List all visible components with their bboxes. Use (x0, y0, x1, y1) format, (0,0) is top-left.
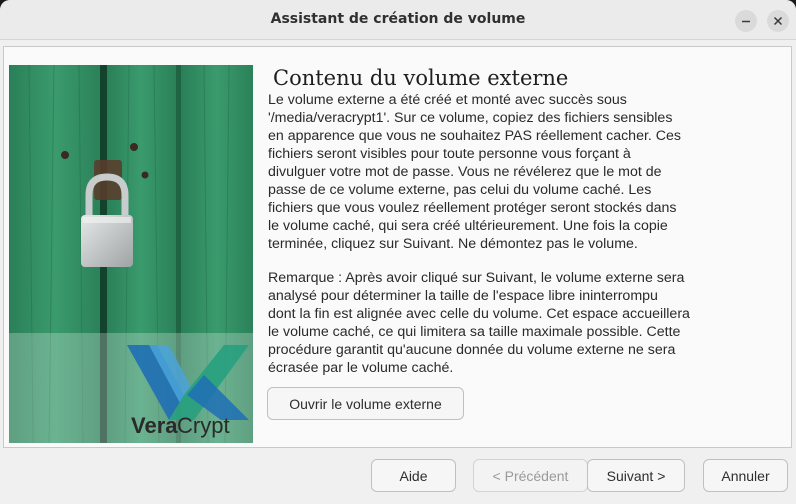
cancel-button[interactable]: Annuler (703, 459, 788, 492)
note-line: Remarque : Après avoir cliqué sur Suivan… (268, 270, 685, 286)
description-line: terminée, cliquez sur Suivant. Ne démont… (268, 236, 638, 252)
page-heading: Contenu du volume externe (273, 66, 569, 90)
door-padlock-illustration: Vera Crypt (9, 65, 253, 443)
previous-button[interactable]: < Précédent (473, 459, 588, 492)
note-line: procédure garantit qu'aucune donnée du v… (268, 342, 676, 358)
minimize-button[interactable] (735, 10, 757, 32)
logo-text-crypt: Crypt (177, 413, 230, 438)
description-line: '/media/veracrypt1'. Sur ce volume, copi… (268, 110, 673, 126)
description-line: divulguer votre mot de passe. Vous ne ré… (268, 164, 662, 180)
description-line: en apparence que vous ne souhaitez PAS r… (268, 128, 682, 144)
description-line: Le volume externe a été créé et monté av… (268, 92, 627, 108)
note-line: écrasée par le volume caché. (268, 360, 454, 376)
description-line: le volume caché, qui sera créé ultérieur… (268, 218, 668, 234)
logo-text-vera: Vera (131, 413, 178, 438)
minimize-icon (742, 20, 750, 23)
wizard-window: Assistant de création de volume Vera Cry… (0, 0, 796, 504)
description-line: fichiers seront visibles pour toute pers… (268, 146, 631, 162)
title-bar[interactable]: Assistant de création de volume (0, 0, 796, 40)
close-button[interactable] (767, 10, 789, 32)
description-line: fichiers que vous voulez réellement prot… (268, 200, 677, 216)
wizard-side-image: Vera Crypt (9, 65, 253, 443)
next-button[interactable]: Suivant > (587, 459, 685, 492)
note-paragraph: Remarque : Après avoir cliqué sur Suivan… (268, 269, 714, 377)
help-button[interactable]: Aide (371, 459, 456, 492)
window-title: Assistant de création de volume (270, 11, 526, 27)
description-paragraph: Le volume externe a été créé et monté av… (268, 91, 714, 253)
note-line: analysé pour déterminer la taille de l'e… (268, 288, 658, 304)
close-icon (773, 16, 783, 26)
description-line: passe de ce volume externe, pas celui du… (268, 182, 652, 198)
note-line: le volume caché, ce qui limitera sa tail… (268, 324, 681, 340)
note-line: dont la fin est alignée avec celle du vo… (268, 306, 690, 322)
open-outer-volume-button[interactable]: Ouvrir le volume externe (267, 387, 464, 420)
